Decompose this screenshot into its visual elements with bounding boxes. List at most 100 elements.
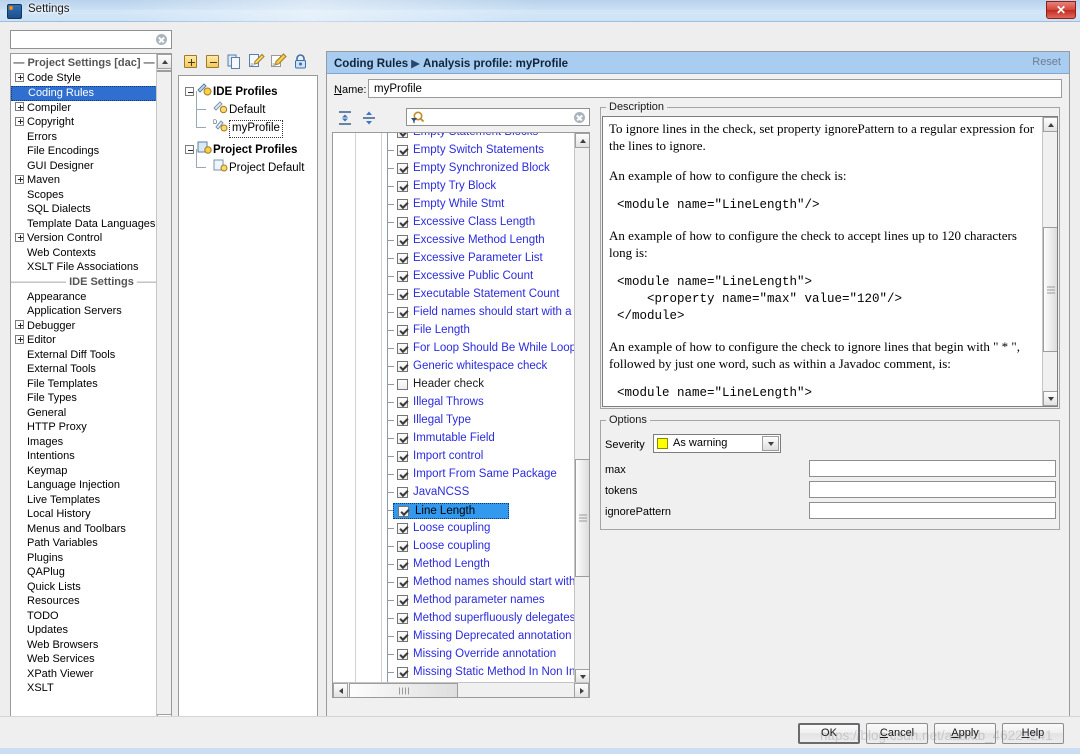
profile-name-editor[interactable]: myProfile	[229, 120, 283, 139]
rule-checkbox[interactable]	[397, 379, 408, 390]
sidebar-item-general[interactable]: General	[11, 406, 157, 421]
help-button[interactable]: Help	[1002, 723, 1064, 744]
rule-checkbox[interactable]	[397, 469, 408, 480]
rule-checkbox[interactable]	[397, 235, 408, 246]
rule-checkbox[interactable]	[397, 325, 408, 336]
sidebar-item-version-control[interactable]: Version Control	[11, 231, 157, 246]
rule-checkbox[interactable]	[398, 506, 409, 517]
sidebar-item-web-browsers[interactable]: Web Browsers	[11, 638, 157, 653]
sidebar-item-external-diff-tools[interactable]: External Diff Tools	[11, 348, 157, 363]
remove-profile-button[interactable]	[206, 55, 219, 68]
expand-icon[interactable]	[15, 102, 24, 112]
rule-checkbox[interactable]	[397, 397, 408, 408]
sidebar-item-xslt[interactable]: XSLT	[11, 681, 157, 696]
rule-row[interactable]: Illegal Type	[333, 412, 575, 430]
rule-row[interactable]: Field names should start with a lower ca	[333, 304, 575, 322]
rule-checkbox[interactable]	[397, 133, 408, 138]
rule-row[interactable]: Loose coupling	[333, 520, 575, 538]
rule-row[interactable]: Generic whitespace check	[333, 358, 575, 376]
rule-row[interactable]: Import From Same Package	[333, 466, 575, 484]
rule-checkbox[interactable]	[397, 271, 408, 282]
rule-row[interactable]: Excessive Method Length	[333, 232, 575, 250]
sidebar-item-file-encodings[interactable]: File Encodings	[11, 144, 157, 159]
rule-row[interactable]: Empty Switch Statements	[333, 142, 575, 160]
sidebar-item-todo[interactable]: TODO	[11, 609, 157, 624]
severity-select[interactable]: As warning	[653, 434, 781, 453]
option-field-tokens[interactable]	[809, 481, 1056, 498]
sidebar-item-language-injection[interactable]: Language Injection	[11, 478, 157, 493]
sidebar-item-xslt-file-associations[interactable]: XSLT File Associations	[11, 260, 157, 275]
sidebar-item-live-templates[interactable]: Live Templates	[11, 493, 157, 508]
rule-row[interactable]: Immutable Field	[333, 430, 575, 448]
rules-horizontal-scrollbar[interactable]	[333, 682, 589, 697]
scroll-up-button[interactable]	[575, 133, 589, 148]
rule-checkbox[interactable]	[397, 307, 408, 318]
option-field-max[interactable]	[809, 460, 1056, 477]
severity-dropdown-button[interactable]	[762, 436, 779, 451]
profile-node-ide-profiles[interactable]: IDE Profiles	[183, 82, 317, 100]
rule-checkbox[interactable]	[397, 415, 408, 426]
rule-row[interactable]: Header check	[333, 376, 575, 394]
rule-checkbox[interactable]	[397, 577, 408, 588]
rule-row[interactable]: Method names should start with a lower	[333, 574, 575, 592]
expand-icon[interactable]	[15, 72, 24, 82]
rule-checkbox[interactable]	[397, 667, 408, 678]
rule-row[interactable]: Empty Synchronized Block	[333, 160, 575, 178]
rule-row[interactable]: Executable Statement Count	[333, 286, 575, 304]
copy-profile-button[interactable]	[226, 53, 243, 70]
reset-link[interactable]: Reset	[1032, 56, 1061, 68]
rule-row[interactable]: Empty Statement Blocks	[333, 133, 575, 142]
rule-checkbox[interactable]	[397, 595, 408, 606]
settings-tree-scrollbar[interactable]	[156, 54, 171, 729]
expand-all-button[interactable]	[336, 109, 354, 127]
sidebar-item-images[interactable]: Images	[11, 435, 157, 450]
sidebar-item-sql-dialects[interactable]: SQL Dialects	[11, 202, 157, 217]
breadcrumb-root[interactable]: Coding Rules	[334, 58, 408, 70]
rule-checkbox[interactable]	[397, 145, 408, 156]
rule-checkbox[interactable]	[397, 631, 408, 642]
rules-vertical-scrollbar[interactable]	[574, 133, 589, 684]
sidebar-item-gui-designer[interactable]: GUI Designer	[11, 159, 157, 174]
rule-checkbox[interactable]	[397, 649, 408, 660]
rule-checkbox[interactable]	[397, 289, 408, 300]
sidebar-item-http-proxy[interactable]: HTTP Proxy	[11, 420, 157, 435]
scroll-up-button[interactable]	[157, 54, 171, 69]
rule-row[interactable]: Line Length	[333, 502, 575, 520]
rule-checkbox[interactable]	[397, 253, 408, 264]
sidebar-item-file-templates[interactable]: File Templates	[11, 377, 157, 392]
rule-row[interactable]: Method parameter names	[333, 592, 575, 610]
sidebar-item-resources[interactable]: Resources	[11, 594, 157, 609]
profile-node-project-profiles[interactable]: Project Profiles	[183, 140, 317, 158]
rule-row[interactable]: Import control	[333, 448, 575, 466]
rule-checkbox[interactable]	[397, 613, 408, 624]
ok-button[interactable]: OK	[798, 723, 860, 744]
scroll-up-button[interactable]	[1043, 117, 1057, 132]
scroll-right-button[interactable]	[574, 683, 589, 697]
cancel-button[interactable]: Cancel	[866, 723, 928, 744]
expand-icon[interactable]	[15, 174, 24, 184]
sidebar-item-compiler[interactable]: Compiler	[11, 101, 157, 116]
rule-checkbox[interactable]	[397, 217, 408, 228]
rule-checkbox[interactable]	[397, 199, 408, 210]
scrollbar-thumb[interactable]	[349, 683, 458, 697]
sidebar-item-errors[interactable]: Errors	[11, 130, 157, 145]
export-profile-button[interactable]	[270, 53, 287, 70]
sidebar-item-appearance[interactable]: Appearance	[11, 290, 157, 305]
expand-icon[interactable]	[15, 116, 24, 126]
apply-button[interactable]: Apply	[934, 723, 996, 744]
scrollbar-thumb[interactable]	[157, 70, 171, 72]
rule-checkbox[interactable]	[397, 451, 408, 462]
settings-search-input[interactable]	[13, 32, 151, 47]
sidebar-item-path-variables[interactable]: Path Variables	[11, 536, 157, 551]
profile-node-project-default[interactable]: Project Default	[183, 149, 317, 176]
rule-row[interactable]: JavaNCSS	[333, 484, 575, 502]
rule-row[interactable]: Method superfluously delegates to pare	[333, 610, 575, 628]
sidebar-item-intentions[interactable]: Intentions	[11, 449, 157, 464]
rule-checkbox[interactable]	[397, 487, 408, 498]
profile-name-field[interactable]	[368, 79, 1062, 98]
scroll-left-button[interactable]	[333, 683, 348, 697]
clear-filter-icon[interactable]	[574, 112, 585, 123]
sidebar-item-xpath-viewer[interactable]: XPath Viewer	[11, 667, 157, 682]
sidebar-item-updates[interactable]: Updates	[11, 623, 157, 638]
collapse-icon[interactable]	[185, 87, 194, 96]
